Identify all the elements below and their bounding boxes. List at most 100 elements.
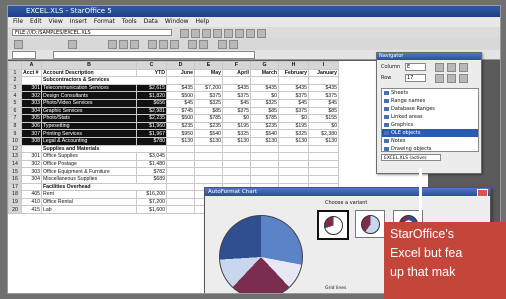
month-value-cell[interactable] [166,152,195,161]
month-value-cell[interactable] [222,167,251,176]
cell[interactable] [166,76,195,85]
month-value-cell[interactable] [166,197,195,207]
section-title[interactable]: Facilities Overhead [41,182,167,192]
navigator-item[interactable]: Notes [382,137,478,145]
row-number[interactable]: 6 [8,106,22,116]
url-input[interactable]: FILE:///D:/SAMPLES/EXCEL.XLS [12,29,172,36]
month-value-cell[interactable]: $130 [278,136,309,146]
column-header[interactable]: H [278,61,309,70]
month-value-cell[interactable] [278,174,309,184]
month-value-cell[interactable]: $45 [222,98,251,108]
cell[interactable] [278,76,309,85]
row-number[interactable]: 2 [8,76,22,85]
ytd-cell[interactable]: $2,615 [136,83,167,93]
close-icon[interactable] [477,189,488,197]
month-value-cell[interactable]: $375 [308,91,339,100]
row-number[interactable]: 3 [8,83,22,93]
month-value-cell[interactable]: $235 [166,121,195,131]
month-value-cell[interactable]: $435 [250,83,279,93]
row-number[interactable]: 20 [8,205,22,214]
month-value-cell[interactable]: $375 [222,91,251,100]
month-value-cell[interactable]: $950 [166,129,195,138]
row-number[interactable]: 9 [8,129,22,138]
menu-help[interactable]: Help [195,18,209,25]
column-header[interactable]: D [166,61,195,70]
navigator-item[interactable]: Graphics [382,121,478,129]
month-value-cell[interactable]: $235 [194,121,223,131]
month-value-cell[interactable]: $130 [308,136,339,146]
column-header[interactable]: E [194,61,223,70]
column-header[interactable]: G [250,61,279,70]
month-value-cell[interactable]: $325 [278,129,309,138]
header-acct[interactable]: Acct # [21,68,42,78]
end-icon[interactable] [459,63,468,72]
row-number[interactable]: 17 [8,182,22,192]
month-value-cell[interactable] [250,152,279,161]
month-value-cell[interactable] [250,174,279,184]
header-month[interactable]: April [222,68,251,78]
acct-cell[interactable]: 301 [21,152,42,161]
month-value-cell[interactable]: $130 [166,136,195,146]
align-right-icon[interactable] [170,40,179,49]
acct-cell[interactable]: 303 [21,98,42,108]
description-cell[interactable]: Typesetting [41,121,137,131]
cut-icon[interactable] [213,29,222,38]
paste-icon[interactable] [235,29,244,38]
month-value-cell[interactable] [278,159,309,169]
cell[interactable] [222,76,251,85]
header-month[interactable]: June [166,68,195,78]
menu-window[interactable]: Window [165,18,189,25]
formula-input[interactable] [53,51,255,59]
month-value-cell[interactable] [166,159,195,169]
month-value-cell[interactable]: $785 [194,114,223,123]
month-value-cell[interactable]: $0 [278,114,309,123]
navigator-item[interactable]: Sheets [382,89,478,97]
row-number[interactable]: 16 [8,174,22,184]
currency-icon[interactable] [188,40,197,49]
month-value-cell[interactable]: $435 [308,83,339,93]
percent-icon[interactable] [199,40,208,49]
acct-cell[interactable]: 305 [21,114,42,123]
month-value-cell[interactable] [166,167,195,176]
ytd-cell[interactable]: $1,960 [136,121,167,131]
acct-cell[interactable]: 410 [21,197,42,207]
month-value-cell[interactable]: $85 [250,106,279,116]
section-title[interactable]: Subcontractors & Services [41,76,167,85]
month-value-cell[interactable] [278,152,309,161]
acct-cell[interactable]: 306 [21,121,42,131]
acct-cell[interactable]: 304 [21,106,42,116]
ytd-cell[interactable]: $1,480 [136,159,167,169]
month-value-cell[interactable]: $375 [222,106,251,116]
column-header[interactable]: I [308,61,339,70]
toggle-icon[interactable] [435,74,444,83]
copy-icon[interactable] [224,29,233,38]
navigator-item[interactable]: Range names [382,97,478,105]
month-value-cell[interactable]: $500 [166,91,195,100]
ytd-cell[interactable]: $2,981 [136,106,167,116]
ytd-cell[interactable]: $2,235 [136,114,167,123]
description-cell[interactable]: Rent [41,190,137,199]
acct-cell[interactable]: 307 [21,129,42,138]
redo-icon[interactable] [257,29,266,38]
menu-tools[interactable]: Tools [122,18,137,25]
month-value-cell[interactable] [194,174,223,184]
month-value-cell[interactable]: $85 [308,106,339,116]
font-name-icon[interactable] [14,40,23,49]
row-number[interactable]: 7 [8,114,22,123]
cell[interactable] [308,76,339,85]
month-value-cell[interactable]: $155 [308,114,339,123]
acct-cell[interactable]: 405 [21,190,42,199]
month-value-cell[interactable]: $235 [250,121,279,131]
border-icon[interactable] [218,40,227,49]
month-value-cell[interactable] [166,174,195,184]
header-desc[interactable]: Account Description [41,68,137,78]
undo-icon[interactable] [246,29,255,38]
row-number[interactable]: 12 [8,144,22,154]
save-icon[interactable] [191,29,200,38]
navigator-item[interactable]: Drawing objects [382,145,478,153]
italic-icon[interactable] [119,40,128,49]
month-value-cell[interactable] [308,152,339,161]
month-value-cell[interactable]: $130 [194,136,223,146]
ytd-cell[interactable]: $689 [136,174,167,184]
description-cell[interactable]: Office Supplies [41,152,137,161]
